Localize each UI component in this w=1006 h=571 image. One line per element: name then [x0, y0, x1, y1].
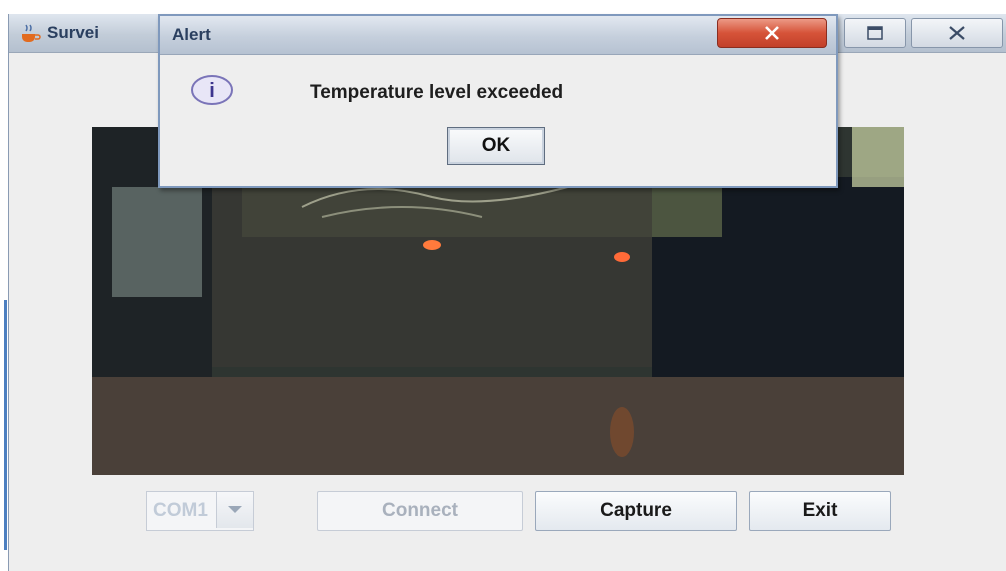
alert-titlebar[interactable]: Alert: [160, 16, 836, 55]
java-cup-icon: [19, 23, 41, 43]
window-title: Survei: [47, 23, 99, 42]
com-port-value: COM1: [153, 500, 208, 521]
info-icon: i: [190, 74, 234, 106]
maximize-icon: [867, 26, 883, 40]
info-glyph: i: [209, 80, 215, 102]
alert-dialog: Alert i Temperature level exceeded OK: [158, 14, 838, 188]
ok-button[interactable]: OK: [447, 127, 545, 165]
capture-button[interactable]: Capture: [535, 491, 737, 531]
chevron-down-icon: [228, 506, 242, 513]
dropdown-arrow[interactable]: [216, 492, 253, 528]
window-edge: [4, 300, 7, 550]
alert-message: Temperature level exceeded: [310, 82, 564, 103]
close-icon: [765, 26, 779, 40]
maximize-button[interactable]: [844, 18, 906, 48]
exit-button[interactable]: Exit: [749, 491, 891, 531]
close-icon: [949, 26, 965, 40]
alert-title: Alert: [172, 25, 211, 44]
connect-button[interactable]: Connect: [317, 491, 523, 531]
com-port-select[interactable]: COM1: [146, 491, 254, 531]
main-close-button[interactable]: [911, 18, 1003, 48]
alert-close-button[interactable]: [717, 18, 827, 48]
